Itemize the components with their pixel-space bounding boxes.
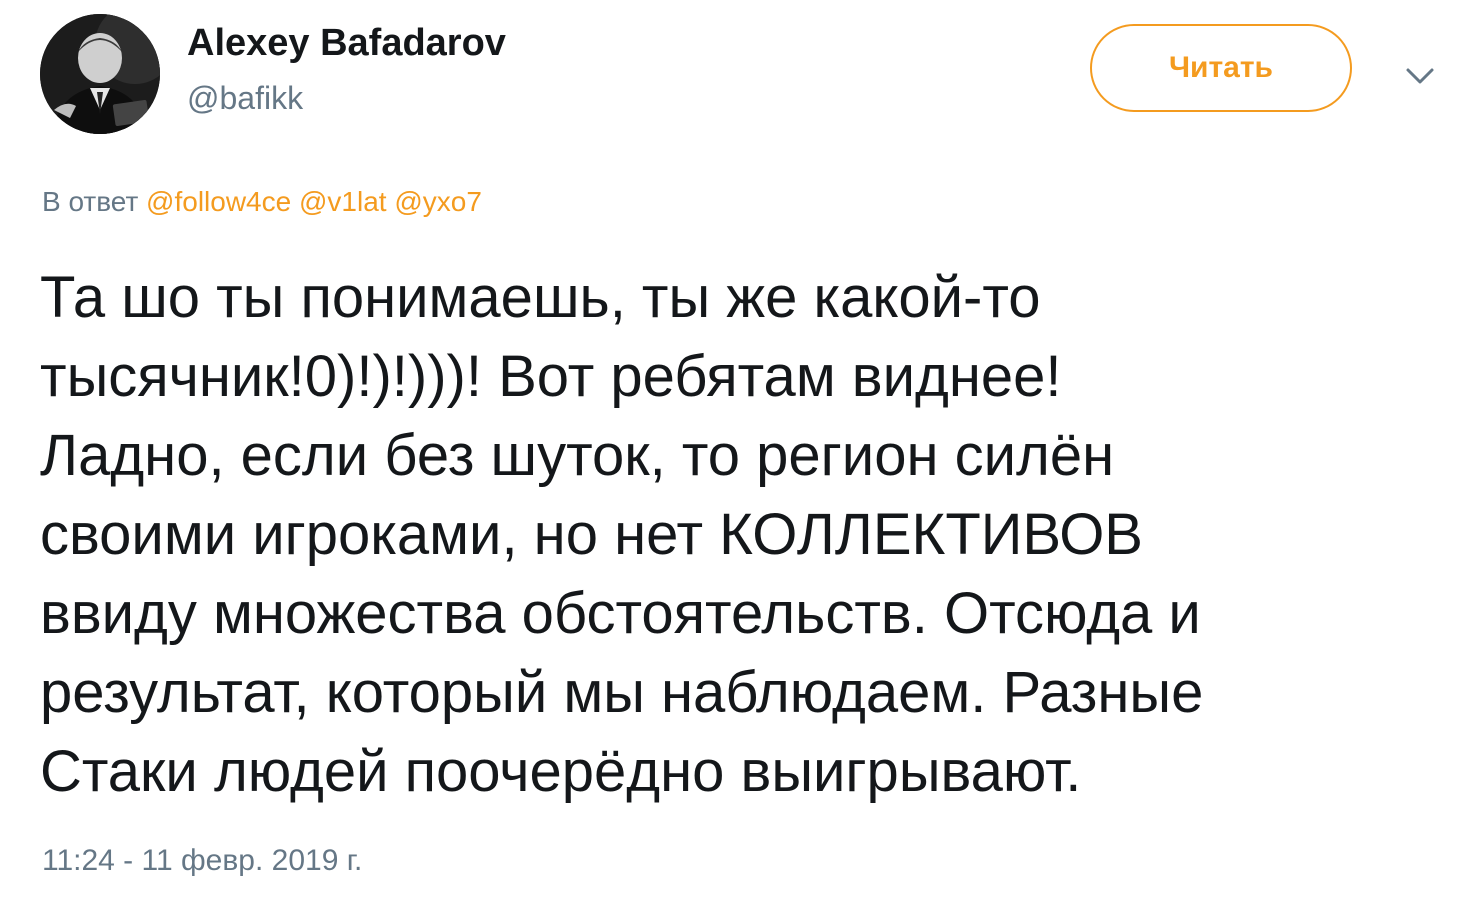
- tweet-text-line: тысячник!0)!)!)))! Вот ребятам виднее!: [40, 344, 1062, 409]
- tweet-text-line: Ладно, если без шуток, то регион силён: [40, 423, 1115, 488]
- tweet-timestamp[interactable]: 11:24 - 11 февр. 2019 г.: [42, 844, 362, 878]
- tweet-text: Та шо ты понимаешь, ты же какой-то тысяч…: [40, 258, 1440, 811]
- tweet-text-line: Стаки людей поочерёдно выигрывают.: [40, 739, 1082, 804]
- mention-link[interactable]: @follow4ce: [146, 186, 291, 217]
- tweet-text-line: своими игроками, но нет КОЛЛЕКТИВОВ: [40, 502, 1143, 567]
- author-avatar[interactable]: [40, 14, 160, 134]
- reply-prefix: В ответ: [42, 186, 139, 217]
- author-name[interactable]: Alexey Bafadarov: [187, 22, 506, 65]
- mention-link[interactable]: @yxo7: [394, 186, 482, 217]
- tweet-card: Alexey Bafadarov @bafikk Читать В ответ …: [0, 0, 1460, 911]
- follow-button[interactable]: Читать: [1090, 24, 1352, 112]
- chevron-down-icon[interactable]: [1400, 58, 1440, 94]
- user-avatar-photo-icon: [40, 14, 160, 134]
- reply-context: В ответ @follow4ce @v1lat @yxo7: [42, 186, 482, 218]
- tweet-text-line: ввиду множества обстоятельств. Отсюда и: [40, 581, 1201, 646]
- mention-link[interactable]: @v1lat: [299, 186, 387, 217]
- author-handle[interactable]: @bafikk: [187, 80, 303, 117]
- tweet-text-line: Та шо ты понимаешь, ты же какой-то: [40, 265, 1041, 330]
- tweet-text-line: результат, который мы наблюдаем. Разные: [40, 660, 1204, 725]
